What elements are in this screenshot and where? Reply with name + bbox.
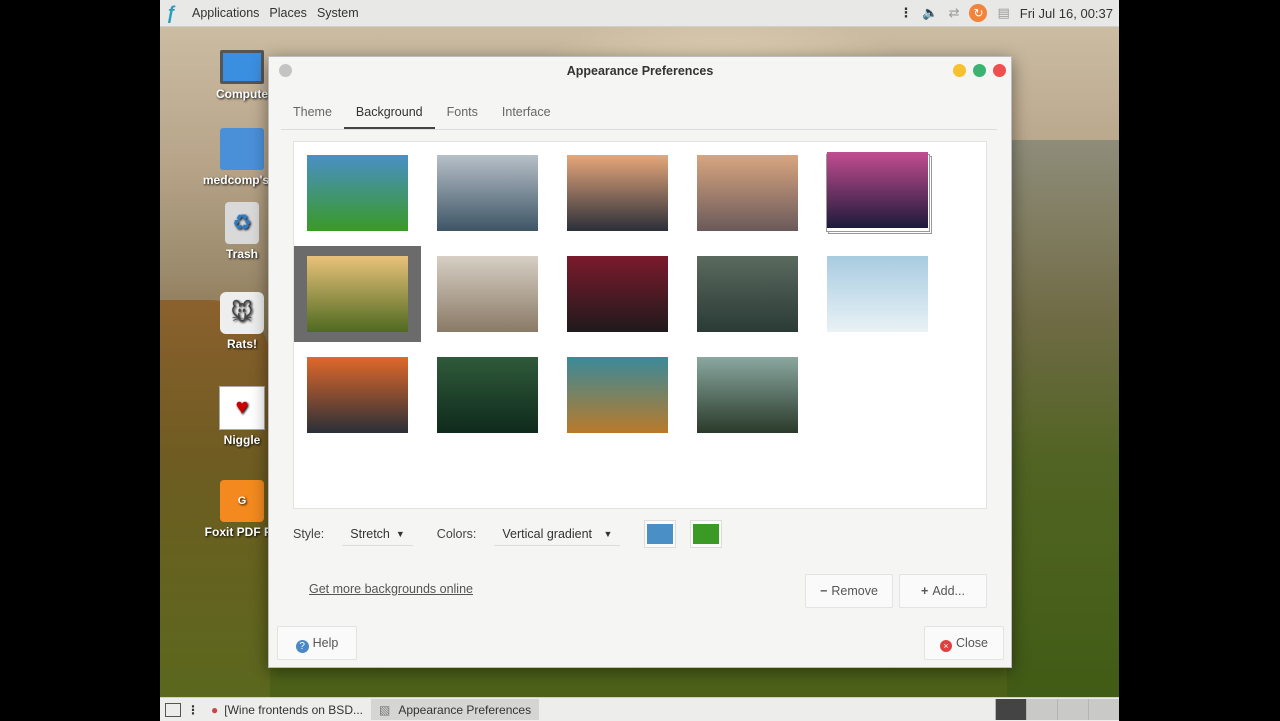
taskbar-item-appearance[interactable]: ▧ Appearance Preferences	[370, 699, 540, 720]
get-more-backgrounds-link[interactable]: Get more backgrounds online	[309, 582, 473, 596]
computer-icon	[220, 50, 264, 84]
minimize-button[interactable]	[953, 64, 966, 77]
desktop-icon-label: Trash	[225, 247, 258, 261]
remove-button[interactable]: − Remove	[805, 574, 893, 608]
wallpaper-hill	[1007, 140, 1119, 720]
appearance-preferences-dialog: Appearance Preferences Theme Background …	[268, 56, 1012, 668]
dropdown-arrow-icon: ▼	[395, 528, 405, 539]
volume-icon[interactable]: 🔈	[922, 5, 938, 21]
close-circle-icon: ×	[940, 640, 953, 652]
taskbar-item-label: Appearance Preferences	[398, 702, 532, 717]
dialog-title: Appearance Preferences	[566, 64, 714, 78]
help-icon: ?	[295, 640, 309, 653]
dropdown-arrow-icon: ▼	[603, 528, 613, 539]
colors-label: Colors:	[436, 527, 477, 541]
wallpaper-thumbnail[interactable]	[827, 256, 928, 332]
wallpaper-thumbnail[interactable]	[567, 357, 668, 433]
desktop-icon-label: Compute	[216, 87, 268, 101]
show-desktop-icon[interactable]	[165, 702, 181, 717]
menu-places[interactable]: Places	[269, 6, 307, 20]
wallpaper-thumbnail[interactable]	[437, 357, 538, 433]
tab-theme[interactable]: Theme	[281, 97, 344, 129]
menu-system[interactable]: System	[317, 6, 359, 20]
playing-cards-icon: ♥	[219, 386, 265, 430]
update-notifier-icon[interactable]: ↻	[969, 4, 988, 22]
add-label: Add...	[932, 584, 965, 598]
appearance-app-icon: ▧	[378, 702, 391, 717]
close-label: Close	[956, 636, 988, 650]
wallpaper-thumbnail[interactable]	[307, 256, 408, 332]
workspace-4[interactable]	[1088, 699, 1119, 720]
window-menu-button[interactable]	[279, 64, 292, 77]
style-value: Stretch	[350, 526, 390, 541]
workspace-switcher	[995, 699, 1119, 720]
network-icon[interactable]: ⇄	[949, 5, 960, 21]
desktop-icon-label: Niggle	[223, 433, 261, 447]
help-button[interactable]: ? Help	[277, 626, 357, 660]
wallpaper-grid	[293, 141, 987, 509]
wallpaper-thumbnail[interactable]	[567, 256, 668, 332]
primary-color-button[interactable]	[644, 520, 677, 548]
background-options: Style: Stretch ▼ Colors: Vertical gradie…	[293, 519, 985, 549]
style-label: Style:	[293, 527, 325, 541]
remove-label: Remove	[831, 584, 878, 598]
add-button[interactable]: + Add...	[899, 574, 987, 608]
system-tray: ⋮ 🔈 ⇄ ↻ ▤ Fri Jul 16, 00:37	[899, 4, 1119, 22]
minus-icon: −	[820, 584, 828, 598]
wallpaper-thumbnail[interactable]	[697, 357, 798, 433]
home-folder-icon	[220, 128, 264, 170]
clock[interactable]: Fri Jul 16, 00:37	[1020, 6, 1113, 21]
taskbar-item-label: [Wine frontends on BSD...	[224, 702, 363, 717]
wallpaper-thumbnail[interactable]	[827, 152, 928, 228]
top-panel: ƒ Applications Places System ⋮ 🔈 ⇄ ↻ ▤ F…	[160, 0, 1119, 27]
distro-logo-icon[interactable]: ƒ	[166, 4, 184, 22]
wallpaper-thumbnail[interactable]	[697, 155, 798, 231]
primary-color-swatch	[647, 524, 674, 544]
trash-icon: ♻	[225, 202, 259, 244]
bottom-panel: ⋮ ● [Wine frontends on BSD... ▧ Appearan…	[160, 697, 1119, 721]
menu-applications[interactable]: Applications	[192, 6, 259, 20]
colors-dropdown[interactable]: Vertical gradient ▼	[494, 523, 621, 546]
wallpaper-thumbnail[interactable]	[437, 256, 538, 332]
wallpaper-thumbnail[interactable]	[437, 155, 538, 231]
secondary-color-button[interactable]	[690, 520, 723, 548]
foxit-pdf-icon: G	[220, 480, 264, 522]
plus-icon: +	[921, 584, 929, 598]
workspace-2[interactable]	[1026, 699, 1057, 720]
maximize-button[interactable]	[973, 64, 986, 77]
desktop-icon-label: Rats!	[226, 337, 257, 351]
tab-interface[interactable]: Interface	[490, 97, 563, 129]
workspace-1[interactable]	[995, 699, 1026, 720]
tab-fonts[interactable]: Fonts	[435, 97, 490, 129]
kebab-menu-icon[interactable]: ⋮	[187, 703, 199, 717]
kebab-menu-icon[interactable]: ⋮	[899, 5, 912, 21]
close-window-button[interactable]	[993, 64, 1006, 77]
wallpaper-thumbnail[interactable]	[307, 155, 408, 231]
colors-value: Vertical gradient	[502, 526, 593, 541]
wine-icon: ●	[211, 702, 219, 717]
close-button[interactable]: × Close	[924, 626, 1004, 660]
style-dropdown[interactable]: Stretch ▼	[342, 523, 413, 546]
workspace-3[interactable]	[1057, 699, 1088, 720]
tab-bar: Theme Background Fonts Interface	[281, 97, 997, 130]
help-label: Help	[312, 636, 339, 650]
wallpaper-thumbnail[interactable]	[567, 155, 668, 231]
tab-background[interactable]: Background	[343, 97, 435, 129]
taskbar-item-wine[interactable]: ● [Wine frontends on BSD...	[203, 699, 371, 720]
dialog-titlebar[interactable]: Appearance Preferences	[269, 57, 1011, 85]
wallpaper-thumbnail[interactable]	[307, 357, 408, 433]
secondary-color-swatch	[693, 524, 720, 544]
clipboard-icon[interactable]: ▤	[997, 5, 1009, 21]
wallpaper-thumbnail[interactable]	[697, 256, 798, 332]
rats-game-icon: 🐭	[220, 292, 264, 334]
